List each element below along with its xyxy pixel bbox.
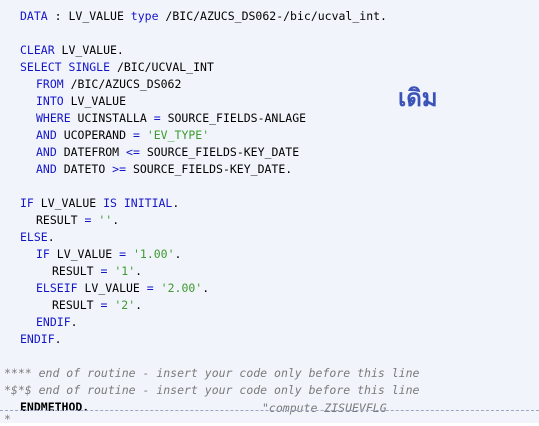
keyword-and: AND bbox=[36, 145, 57, 159]
comment-next-line: * bbox=[4, 412, 11, 426]
operator: = bbox=[153, 111, 161, 125]
code-text: LV_VALUE. bbox=[54, 43, 124, 57]
code-line-elseif: ELSEIF LV_VALUE = '2.00'. bbox=[36, 281, 209, 295]
code-text: . bbox=[172, 196, 180, 210]
code-line-result-empty: RESULT = ''. bbox=[36, 213, 119, 227]
code-line-from: FROM /BIC/AZUCS_DS062 bbox=[36, 77, 181, 91]
code-text: . bbox=[70, 315, 78, 329]
code-line-where: WHERE UCINSTALLA = SOURCE_FIELDS-ANLAGE bbox=[36, 111, 306, 125]
keyword-into: INTO bbox=[36, 94, 64, 108]
comment-end-of-routine-marker: *$*$ end of routine - insert your code o… bbox=[4, 383, 420, 397]
code-line-if-initial: IF LV_VALUE IS INITIAL. bbox=[20, 196, 179, 210]
code-text: UCINSTALLA bbox=[70, 111, 154, 125]
code-line-into: INTO LV_VALUE bbox=[36, 94, 126, 108]
code-line-data-declaration: DATA : LV_VALUE type /BIC/AZUCS_DS062-/b… bbox=[20, 9, 387, 23]
string-literal: 'EV_TYPE' bbox=[146, 128, 210, 142]
code-text: SOURCE_FIELDS-KEY_DATE. bbox=[126, 162, 293, 176]
string-literal: '1.00' bbox=[132, 247, 175, 261]
string-literal: '2.00' bbox=[160, 281, 203, 295]
keyword-else: ELSE bbox=[20, 230, 48, 244]
string-literal: '' bbox=[98, 213, 113, 227]
code-line-else: ELSE. bbox=[20, 230, 55, 244]
string-literal: '2' bbox=[114, 298, 136, 312]
code-text: SOURCE_FIELDS-KEY_DATE bbox=[139, 145, 300, 159]
code-text: . bbox=[54, 332, 62, 346]
code-text: LV_VALUE bbox=[49, 247, 120, 261]
code-text: LV_VALUE bbox=[63, 94, 127, 108]
code-text: . bbox=[202, 281, 210, 295]
keyword-clear: CLEAR bbox=[20, 43, 55, 57]
keyword-if: IF bbox=[20, 196, 34, 210]
code-text: . bbox=[174, 247, 182, 261]
keyword-and: AND bbox=[36, 162, 57, 176]
code-line-endmethod: ENDMETHOD. bbox=[20, 400, 90, 414]
abap-code-editor[interactable]: DATA : LV_VALUE type /BIC/AZUCS_DS062-/b… bbox=[0, 0, 539, 426]
code-text: /BIC/AZUCS_DS062-/bic/ucval_int. bbox=[158, 9, 387, 23]
code-line-and-dateto: AND DATETO >= SOURCE_FIELDS-KEY_DATE. bbox=[36, 162, 292, 176]
operator: >= bbox=[112, 162, 127, 176]
code-text: RESULT bbox=[52, 264, 101, 278]
keyword-endif: ENDIF bbox=[36, 315, 71, 329]
operator: = bbox=[132, 128, 140, 142]
overlay-label: เดิม bbox=[398, 84, 438, 112]
code-text: DATEFROM bbox=[56, 145, 127, 159]
code-line-select: SELECT SINGLE /BIC/UCVAL_INT bbox=[20, 60, 214, 74]
keyword-is-initial: IS INITIAL bbox=[103, 196, 173, 210]
keyword-select-single: SELECT SINGLE bbox=[20, 60, 111, 74]
code-text: /BIC/UCVAL_INT bbox=[110, 60, 214, 74]
code-line-result-2: RESULT = '2'. bbox=[52, 298, 142, 312]
code-text: . bbox=[135, 298, 143, 312]
keyword-type: type bbox=[130, 9, 159, 23]
code-line-clear: CLEAR LV_VALUE. bbox=[20, 43, 124, 57]
code-text: RESULT bbox=[36, 213, 85, 227]
code-line-endif-inner: ENDIF. bbox=[36, 315, 78, 329]
code-line-if-value-1: IF LV_VALUE = '1.00'. bbox=[36, 247, 181, 261]
code-text: DATETO bbox=[56, 162, 113, 176]
code-text: UCOPERAND bbox=[56, 128, 133, 142]
keyword-data: DATA bbox=[20, 9, 48, 23]
keyword-if: IF bbox=[36, 247, 50, 261]
code-text: LV_VALUE bbox=[77, 281, 147, 295]
code-text: . bbox=[135, 264, 143, 278]
keyword-endif: ENDIF bbox=[20, 332, 55, 346]
code-line-endif-outer: ENDIF. bbox=[20, 332, 62, 346]
code-line-and-operand: AND UCOPERAND = 'EV_TYPE' bbox=[36, 128, 209, 142]
operator: = bbox=[119, 247, 127, 261]
comment-end-of-routine: **** end of routine - insert your code o… bbox=[4, 366, 420, 380]
code-text: RESULT bbox=[52, 298, 101, 312]
keyword-from: FROM bbox=[36, 77, 64, 91]
code-line-and-datefrom: AND DATEFROM <= SOURCE_FIELDS-KEY_DATE bbox=[36, 145, 299, 159]
keyword-elseif: ELSEIF bbox=[36, 281, 78, 295]
keyword-where: WHERE bbox=[36, 111, 71, 125]
string-literal: '1' bbox=[114, 264, 136, 278]
code-text: : LV_VALUE bbox=[47, 9, 131, 23]
keyword-and: AND bbox=[36, 128, 57, 142]
code-line-result-1: RESULT = '1'. bbox=[52, 264, 142, 278]
code-text: /BIC/AZUCS_DS062 bbox=[63, 77, 182, 91]
comment-compute: "compute ZISUEVFLG bbox=[262, 401, 387, 415]
code-text: LV_VALUE bbox=[33, 196, 104, 210]
operator: = bbox=[146, 281, 154, 295]
code-text: . bbox=[47, 230, 55, 244]
operator: = bbox=[100, 264, 108, 278]
code-text: . bbox=[112, 213, 120, 227]
operator: <= bbox=[126, 145, 140, 159]
operator: = bbox=[100, 298, 108, 312]
method-divider bbox=[0, 410, 539, 411]
code-text: SOURCE_FIELDS-ANLAGE bbox=[160, 111, 307, 125]
operator: = bbox=[84, 213, 92, 227]
